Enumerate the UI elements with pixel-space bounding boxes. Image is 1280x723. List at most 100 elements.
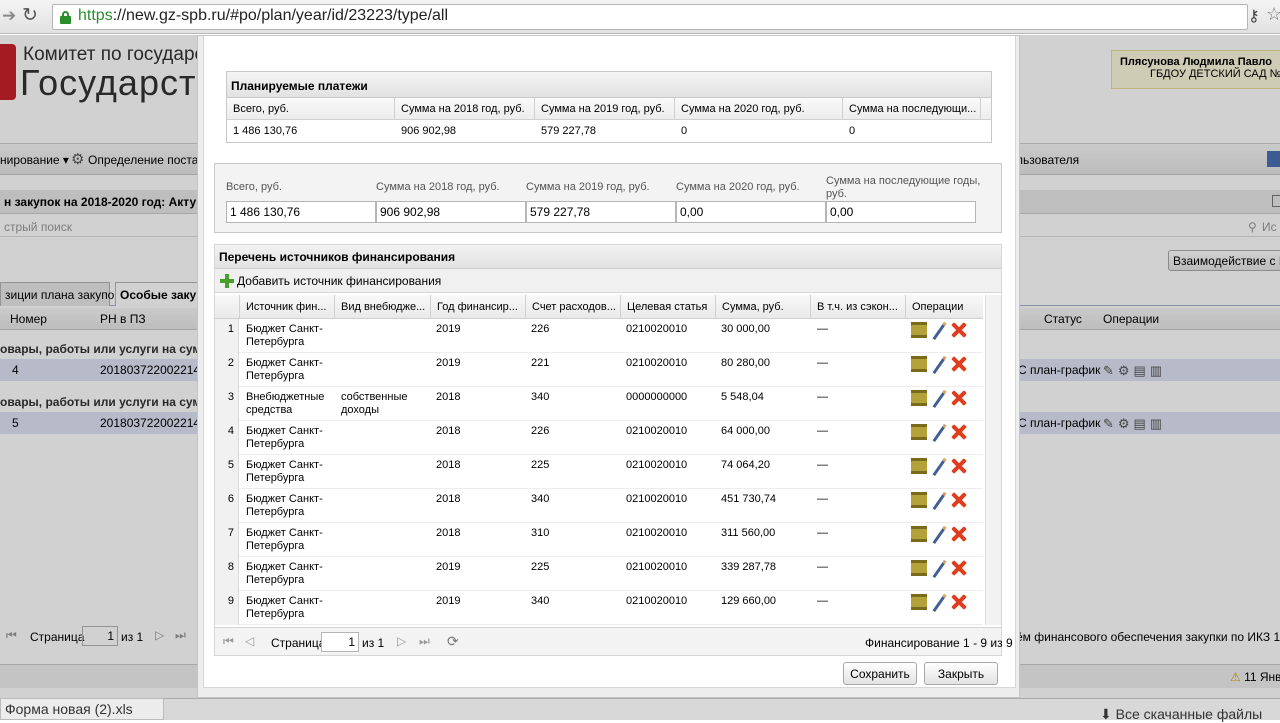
next-page-icon[interactable]: ▷ bbox=[397, 634, 406, 648]
view-icon[interactable] bbox=[911, 424, 927, 440]
pp-2020-value: 0 bbox=[681, 125, 688, 137]
cell-article: 0210020010 bbox=[626, 425, 688, 437]
sum-later-field[interactable]: 0,00 bbox=[826, 201, 976, 223]
sum-2018-field[interactable]: 906 902,98 bbox=[376, 201, 526, 223]
prev-page-icon[interactable]: ◁ bbox=[245, 634, 254, 648]
row-number: 7 bbox=[215, 523, 239, 557]
planned-payments-row[interactable]: 1 486 130,76 906 902,98 579 227,78 0 0 bbox=[227, 120, 991, 142]
last-page-icon[interactable]: ⏭ bbox=[419, 634, 430, 649]
sources-grid-header: Источник фин... Вид внебюдже... Год фина… bbox=[215, 295, 983, 319]
first-page-icon[interactable]: ⏮ bbox=[223, 634, 234, 649]
sum-later-label: Сумма на последующие годы, руб. bbox=[826, 175, 981, 200]
edit-pencil-icon[interactable] bbox=[931, 526, 947, 542]
row-operations bbox=[911, 390, 971, 408]
browser-toolbar: ➔ ↻ https://new.gz-spb.ru/#po/plan/year/… bbox=[0, 0, 1280, 34]
delete-icon[interactable] bbox=[951, 322, 967, 338]
col-offbudget-kind[interactable]: Вид внебюдже... bbox=[335, 295, 431, 319]
cell-account: 225 bbox=[531, 459, 550, 471]
close-button[interactable]: Закрыть bbox=[924, 662, 998, 685]
view-icon[interactable] bbox=[911, 458, 927, 474]
delete-icon[interactable] bbox=[951, 356, 967, 372]
table-row[interactable]: 9 Бюджет Санкт-Петербурга 2019 340 02100… bbox=[215, 591, 983, 625]
col-account[interactable]: Счет расходов... bbox=[526, 295, 621, 319]
view-icon[interactable] bbox=[911, 356, 927, 372]
pp-col-later[interactable]: Сумма на последующи... bbox=[843, 98, 981, 120]
bookmark-star-icon[interactable]: ☆ bbox=[1266, 4, 1280, 25]
edit-pencil-icon[interactable] bbox=[931, 424, 947, 440]
table-row[interactable]: 8 Бюджет Санкт-Петербурга 2019 225 02100… bbox=[215, 557, 983, 591]
table-row[interactable]: 4 Бюджет Санкт-Петербурга 2018 226 02100… bbox=[215, 421, 983, 455]
download-item[interactable]: Форма новая (2).xls bbox=[0, 698, 164, 720]
col-operations[interactable]: Операции bbox=[906, 295, 983, 319]
cell-sum: 30 000,00 bbox=[721, 323, 770, 335]
delete-icon[interactable] bbox=[951, 492, 967, 508]
planned-payments-header: Всего, руб. Сумма на 2018 год, руб. Сумм… bbox=[227, 98, 991, 120]
row-number: 6 bbox=[215, 489, 239, 523]
pp-2018-value: 906 902,98 bbox=[401, 125, 457, 137]
view-icon[interactable] bbox=[911, 594, 927, 610]
edit-pencil-icon[interactable] bbox=[931, 322, 947, 338]
table-row[interactable]: 7 Бюджет Санкт-Петербурга 2018 310 02100… bbox=[215, 523, 983, 557]
back-arrow-icon[interactable]: ➔ bbox=[2, 6, 16, 26]
edit-pencil-icon[interactable] bbox=[931, 390, 947, 406]
table-row[interactable]: 1 Бюджет Санкт-Петербурга 2019 226 02100… bbox=[215, 319, 983, 353]
cell-article: 0210020010 bbox=[626, 493, 688, 505]
cell-savings: — bbox=[817, 391, 828, 403]
delete-icon[interactable] bbox=[951, 526, 967, 542]
pp-col-2018[interactable]: Сумма на 2018 год, руб. bbox=[395, 98, 535, 120]
table-row[interactable]: 3 Внебюджетные средства собственные дохо… bbox=[215, 387, 983, 421]
add-source-button[interactable]: Добавить источник финансирования bbox=[237, 274, 441, 288]
cell-year: 2018 bbox=[436, 527, 461, 539]
pp-later-value: 0 bbox=[849, 125, 856, 137]
col-savings[interactable]: В т.ч. из сэкон... bbox=[811, 295, 906, 319]
pp-col-2019[interactable]: Сумма на 2019 год, руб. bbox=[535, 98, 675, 120]
key-icon[interactable]: ⚷ bbox=[1248, 6, 1260, 26]
col-sum[interactable]: Сумма, руб. bbox=[716, 295, 811, 319]
pp-col-2020[interactable]: Сумма на 2020 год, руб. bbox=[675, 98, 843, 120]
edit-pencil-icon[interactable] bbox=[931, 560, 947, 576]
cell-year: 2019 bbox=[436, 357, 461, 369]
delete-icon[interactable] bbox=[951, 594, 967, 610]
pager-page-input[interactable]: 1 bbox=[321, 632, 359, 652]
col-year[interactable]: Год финансир... bbox=[431, 295, 526, 319]
pp-col-total[interactable]: Всего, руб. bbox=[227, 98, 395, 120]
delete-icon[interactable] bbox=[951, 390, 967, 406]
cell-source: Бюджет Санкт-Петербурга bbox=[246, 493, 323, 518]
edit-pencil-icon[interactable] bbox=[931, 594, 947, 610]
view-icon[interactable] bbox=[911, 526, 927, 542]
view-icon[interactable] bbox=[911, 390, 927, 406]
delete-icon[interactable] bbox=[951, 560, 967, 576]
view-icon[interactable] bbox=[911, 560, 927, 576]
col-source[interactable]: Источник фин... bbox=[240, 295, 335, 319]
grid-scrollbar[interactable] bbox=[985, 295, 1001, 625]
reload-icon[interactable]: ↻ bbox=[22, 4, 38, 27]
add-plus-icon[interactable] bbox=[219, 273, 235, 289]
save-button[interactable]: Сохранить bbox=[843, 662, 917, 685]
cell-kind: собственные доходы bbox=[341, 391, 408, 416]
cell-sum: 64 000,00 bbox=[721, 425, 770, 437]
sum-2019-field[interactable]: 579 227,78 bbox=[526, 201, 676, 223]
sum-total-field[interactable]: 1 486 130,76 bbox=[226, 201, 376, 223]
refresh-icon[interactable]: ⟳ bbox=[447, 633, 459, 650]
url-text[interactable]: https://new.gz-spb.ru/#po/plan/year/id/2… bbox=[78, 7, 448, 25]
edit-pencil-icon[interactable] bbox=[931, 356, 947, 372]
cell-source: Бюджет Санкт-Петербурга bbox=[246, 527, 323, 552]
delete-icon[interactable] bbox=[951, 458, 967, 474]
delete-icon[interactable] bbox=[951, 424, 967, 440]
address-bar[interactable]: https://new.gz-spb.ru/#po/plan/year/id/2… bbox=[52, 4, 1248, 30]
pager-page-label: Страница bbox=[271, 636, 326, 650]
cell-sum: 74 064,20 bbox=[721, 459, 770, 471]
table-row[interactable]: 5 Бюджет Санкт-Петербурга 2018 225 02100… bbox=[215, 455, 983, 489]
edit-pencil-icon[interactable] bbox=[931, 458, 947, 474]
sum-2020-field[interactable]: 0,00 bbox=[676, 201, 826, 223]
pp-2019-value: 579 227,78 bbox=[541, 125, 597, 137]
view-icon[interactable] bbox=[911, 492, 927, 508]
edit-pencil-icon[interactable] bbox=[931, 492, 947, 508]
table-row[interactable]: 2 Бюджет Санкт-Петербурга 2019 221 02100… bbox=[215, 353, 983, 387]
cell-source: Бюджет Санкт-Петербурга bbox=[246, 323, 323, 348]
view-icon[interactable] bbox=[911, 322, 927, 338]
col-article[interactable]: Целевая статья bbox=[621, 295, 716, 319]
all-downloads-link[interactable]: ⬇ Все скачанные файлы bbox=[1100, 706, 1262, 723]
table-row[interactable]: 6 Бюджет Санкт-Петербурга 2018 340 02100… bbox=[215, 489, 983, 523]
cell-account: 225 bbox=[531, 561, 550, 573]
